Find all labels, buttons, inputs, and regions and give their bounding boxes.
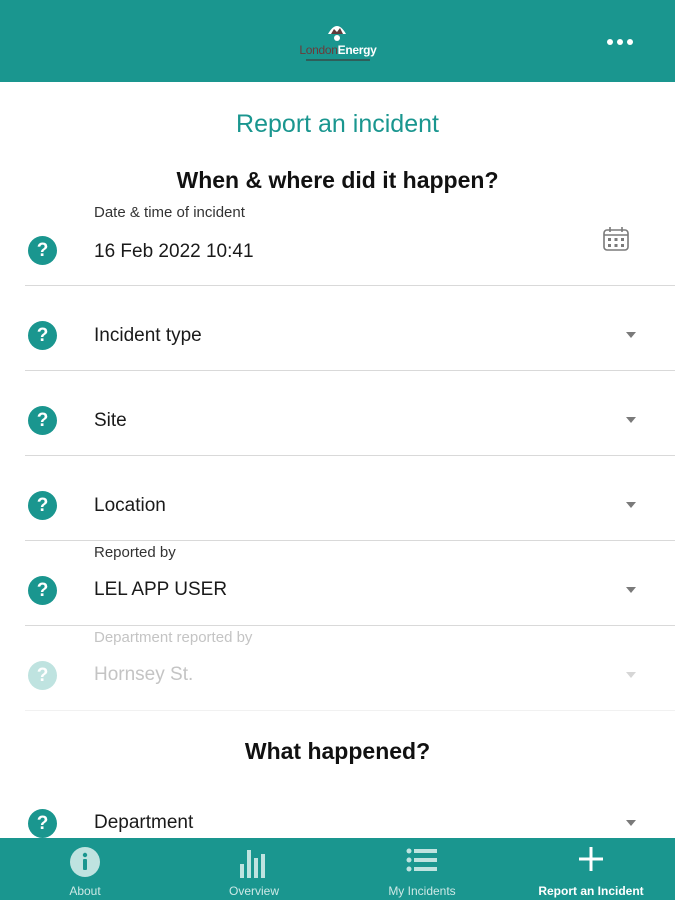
datetime-value: 16 Feb 2022 10:41 — [94, 241, 254, 262]
dropdown-arrow-icon — [626, 820, 636, 826]
reported-by-select[interactable]: ? Reported by LEL APP USER — [25, 541, 675, 626]
nav-report-incident-label: Report an Incident — [538, 884, 644, 898]
site-select[interactable]: ? Site — [25, 371, 675, 456]
logo-text-energy: Energy — [337, 43, 377, 57]
nav-my-incidents-label: My Incidents — [388, 884, 456, 898]
reported-by-label: Reported by — [94, 544, 176, 561]
more-dot-icon — [607, 39, 613, 45]
logo-mark-icon — [328, 26, 346, 41]
help-icon[interactable]: ? — [28, 236, 57, 265]
help-icon: ? — [28, 661, 57, 690]
datetime-label: Date & time of incident — [94, 204, 245, 221]
more-options-button[interactable] — [600, 30, 640, 54]
logo-text-london: London — [299, 43, 338, 57]
nav-about[interactable]: About — [45, 838, 125, 900]
bar-chart-icon — [240, 850, 265, 878]
london-energy-logo: LondonEnergy — [288, 20, 388, 66]
logo-text: LondonEnergy — [288, 43, 388, 57]
department-reported-by-value: Hornsey St. — [94, 664, 194, 685]
nav-report-incident[interactable]: Report an Incident — [526, 838, 656, 900]
dropdown-arrow-icon — [626, 417, 636, 423]
nav-overview[interactable]: Overview — [204, 838, 304, 900]
nav-overview-label: Overview — [228, 884, 279, 898]
nav-my-incidents[interactable]: My Incidents — [367, 838, 477, 900]
list-icon — [406, 848, 437, 872]
page-title: Report an incident — [236, 110, 439, 138]
more-dot-icon — [617, 39, 623, 45]
location-select[interactable]: ? Location — [25, 456, 675, 541]
department-reported-by-select: ? Department reported by Hornsey St. — [25, 626, 675, 711]
help-icon[interactable]: ? — [28, 406, 57, 435]
site-placeholder: Site — [94, 410, 127, 431]
incident-type-placeholder: Incident type — [94, 325, 202, 346]
more-dot-icon — [627, 39, 633, 45]
dropdown-arrow-icon — [626, 502, 636, 508]
nav-about-label: About — [69, 884, 101, 898]
section-heading-what-happened: What happened? — [244, 738, 431, 764]
department-placeholder: Department — [94, 812, 194, 833]
bottom-navigation: About Overview My Incidents Report an In… — [0, 838, 675, 900]
dropdown-arrow-icon — [626, 332, 636, 338]
dropdown-arrow-icon — [626, 587, 636, 593]
help-icon[interactable]: ? — [28, 576, 57, 605]
reported-by-value: LEL APP USER — [94, 579, 228, 600]
calendar-icon[interactable] — [602, 225, 630, 253]
info-icon — [70, 847, 100, 877]
datetime-field[interactable]: ? Date & time of incident 16 Feb 2022 10… — [25, 201, 675, 286]
logo-tagline-bar — [306, 59, 370, 61]
top-app-bar: LondonEnergy — [0, 0, 675, 82]
location-placeholder: Location — [94, 495, 166, 516]
section-heading-when-where: When & where did it happen? — [176, 167, 499, 193]
department-reported-by-label: Department reported by — [94, 629, 253, 646]
help-icon[interactable]: ? — [28, 321, 57, 350]
help-icon[interactable]: ? — [28, 491, 57, 520]
incident-type-select[interactable]: ? Incident type — [25, 286, 675, 371]
dropdown-arrow-icon — [626, 672, 636, 678]
help-icon[interactable]: ? — [28, 809, 57, 838]
plus-icon — [579, 847, 603, 871]
